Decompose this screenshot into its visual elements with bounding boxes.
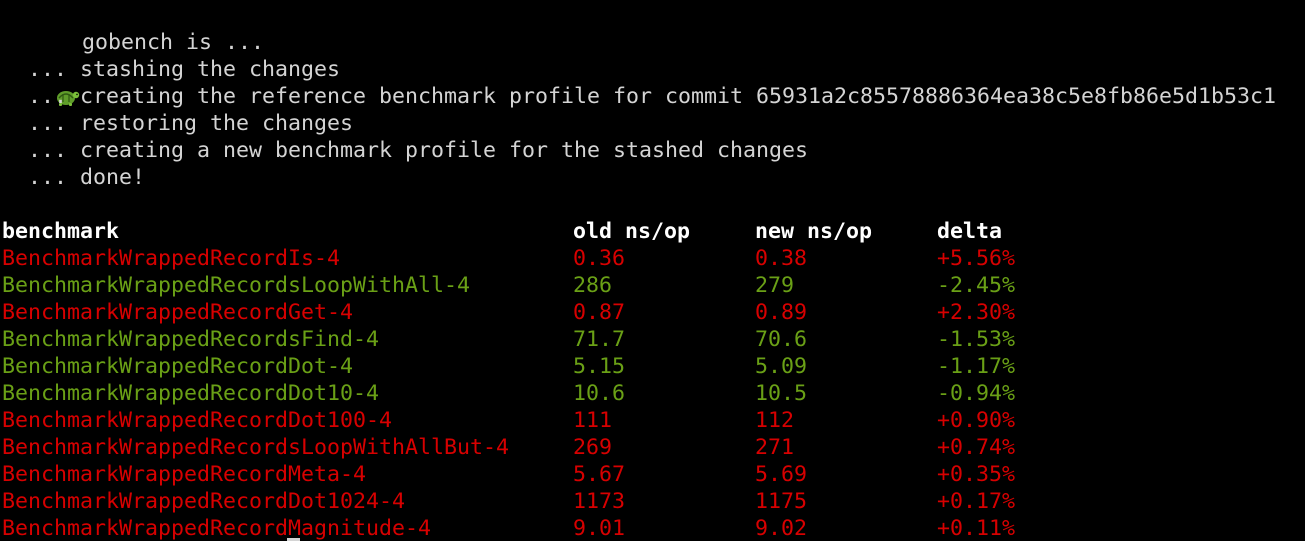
row-new: 0.89 — [755, 300, 808, 325]
row-old: 0.36 — [573, 246, 626, 271]
row-new: 70.6 — [755, 327, 808, 352]
row-delta: -1.53% — [937, 327, 1016, 352]
row-new: 10.5 — [755, 381, 808, 406]
row-benchmark: BenchmarkWrappedRecordGet-4 — [2, 300, 354, 325]
table-row: BenchmarkWrappedRecordDot-4 5.15 5.09 -1… — [2, 353, 1292, 380]
table-row: BenchmarkWrappedRecordIs-4 0.36 0.38 +5.… — [2, 245, 1292, 272]
row-new: 9.02 — [755, 516, 808, 541]
row-new: 5.09 — [755, 354, 808, 379]
row-old: 1173 — [573, 489, 626, 514]
row-old: 0.87 — [573, 300, 626, 325]
row-old: 269 — [573, 435, 613, 460]
row-delta: +0.74% — [937, 435, 1016, 460]
row-new: 279 — [755, 273, 795, 298]
row-delta: +0.90% — [937, 408, 1016, 433]
table-row: BenchmarkWrappedRecordsLoopWithAllBut-4 … — [2, 434, 1292, 461]
table-row: BenchmarkWrappedRecordGet-4 0.87 0.89 +2… — [2, 299, 1292, 326]
table-row: BenchmarkWrappedRecordMeta-4 5.67 5.69 +… — [2, 461, 1292, 488]
row-old: 9.01 — [573, 516, 626, 541]
header-old: old ns/op — [573, 219, 691, 244]
row-benchmark: BenchmarkWrappedRecordDot100-4 — [2, 408, 393, 433]
row-delta: -2.45% — [937, 273, 1016, 298]
header-new: new ns/op — [755, 219, 873, 244]
row-new: 1175 — [755, 489, 808, 514]
table-row: BenchmarkWrappedRecordDot10-4 10.6 10.5 … — [2, 380, 1292, 407]
row-benchmark: BenchmarkWrappedRecordDot1024-4 — [2, 489, 406, 514]
title-line: gobench is ... — [2, 2, 264, 106]
table-row: BenchmarkWrappedRecordMagnitude-4 9.01 9… — [2, 515, 1292, 541]
row-new: 271 — [755, 435, 795, 460]
step-text: ... done! — [28, 165, 146, 190]
step-line: ... creating the reference benchmark pro… — [2, 83, 1276, 110]
row-benchmark: BenchmarkWrappedRecordsLoopWithAll-4 — [2, 273, 471, 298]
table-row: BenchmarkWrappedRecordDot1024-4 1173 117… — [2, 488, 1292, 515]
table-header: benchmark old ns/op new ns/op delta — [2, 218, 1292, 245]
row-new: 0.38 — [755, 246, 808, 271]
row-delta: -1.17% — [937, 354, 1016, 379]
row-delta: -0.94% — [937, 381, 1016, 406]
step-text: ... stashing the changes — [28, 57, 341, 82]
table-row: BenchmarkWrappedRecordsLoopWithAll-4 286… — [2, 272, 1292, 299]
row-benchmark: BenchmarkWrappedRecordsLoopWithAllBut-4 — [2, 435, 510, 460]
row-benchmark: BenchmarkWrappedRecordIs-4 — [2, 246, 341, 271]
row-benchmark: BenchmarkWrappedRecordDot-4 — [2, 354, 354, 379]
header-benchmark: benchmark — [2, 219, 120, 244]
title-text: gobench is ... — [82, 30, 265, 55]
row-new: 112 — [755, 408, 795, 433]
step-text: ... creating a new benchmark profile for… — [28, 138, 809, 163]
table-row: BenchmarkWrappedRecordsFind-4 71.7 70.6 … — [2, 326, 1292, 353]
row-new: 5.69 — [755, 462, 808, 487]
row-benchmark: BenchmarkWrappedRecordMagnitude-4 — [2, 516, 432, 541]
row-old: 5.67 — [573, 462, 626, 487]
step-line: ... restoring the changes — [2, 110, 353, 137]
step-line: ... creating a new benchmark profile for… — [2, 137, 808, 164]
row-benchmark: BenchmarkWrappedRecordDot10-4 — [2, 381, 380, 406]
row-delta: +0.17% — [937, 489, 1016, 514]
row-benchmark: BenchmarkWrappedRecordMeta-4 — [2, 462, 367, 487]
row-old: 111 — [573, 408, 613, 433]
row-delta: +0.11% — [937, 516, 1016, 541]
step-line: ... done! — [2, 164, 145, 191]
row-benchmark: BenchmarkWrappedRecordsFind-4 — [2, 327, 380, 352]
header-delta: delta — [937, 219, 1003, 244]
row-old: 5.15 — [573, 354, 626, 379]
row-old: 10.6 — [573, 381, 626, 406]
turtle-icon — [54, 29, 82, 106]
step-text: ... creating the reference benchmark pro… — [28, 84, 1277, 109]
step-line: ... stashing the changes — [2, 56, 340, 83]
table-row: BenchmarkWrappedRecordDot100-4 111 112 +… — [2, 407, 1292, 434]
row-old: 286 — [573, 273, 613, 298]
row-delta: +0.35% — [937, 462, 1016, 487]
row-delta: +2.30% — [937, 300, 1016, 325]
step-text: ... restoring the changes — [28, 111, 354, 136]
row-old: 71.7 — [573, 327, 626, 352]
row-delta: +5.56% — [937, 246, 1016, 271]
